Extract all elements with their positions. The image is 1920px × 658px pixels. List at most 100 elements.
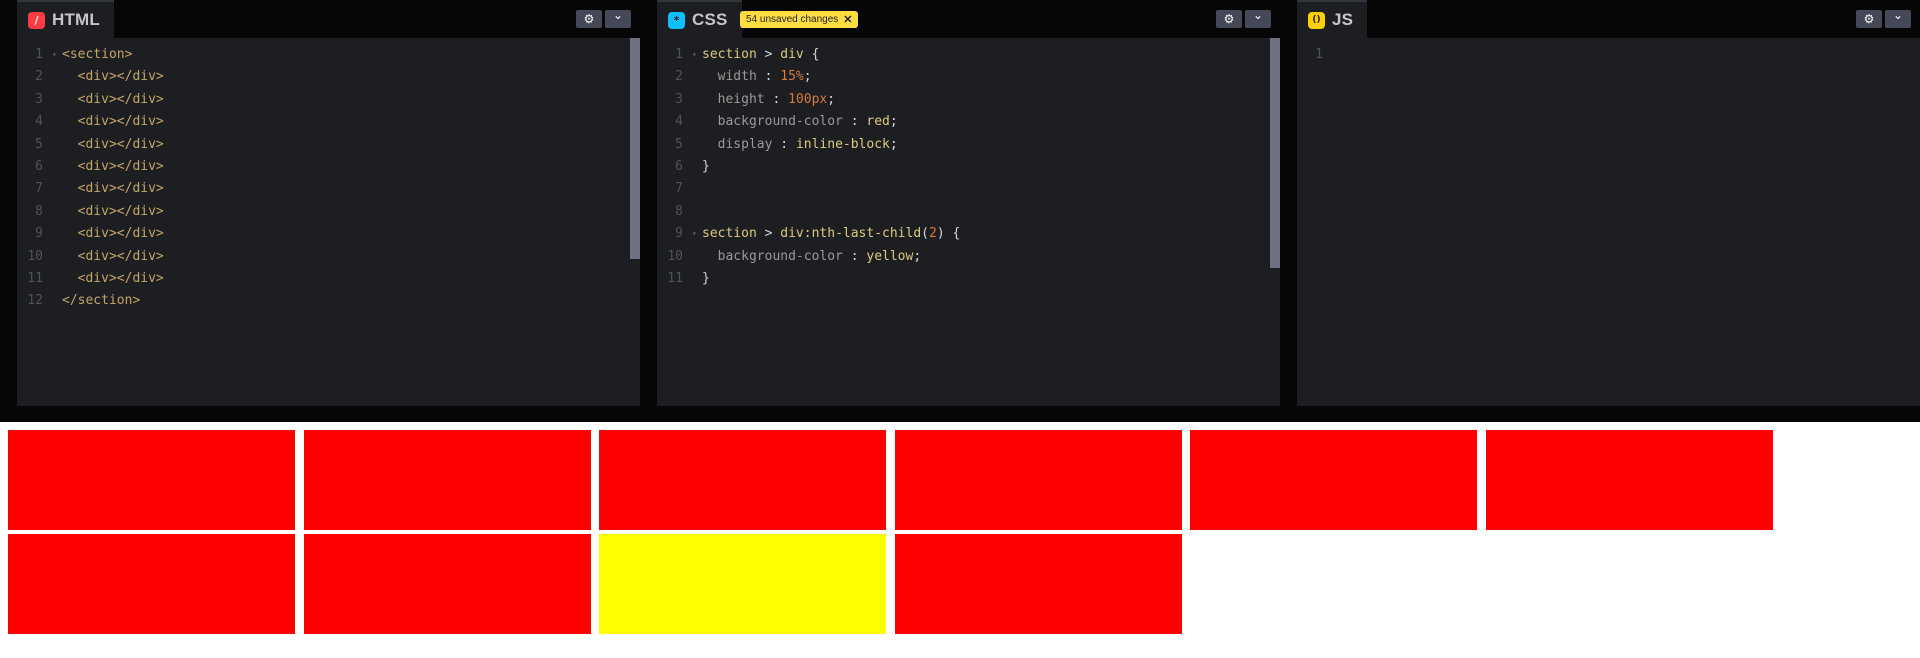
code-token: ;: [889, 136, 898, 152]
css-editor-panel[interactable]: * CSS 54 unsaved changes ✕ ⚙ ⌄ 1 ▾ section…: [657, 0, 1280, 406]
code-token: height: [702, 91, 765, 107]
line-number: 1: [35, 47, 43, 62]
code-text: width : 15%;: [702, 66, 812, 88]
html-settings-button[interactable]: ⚙: [576, 10, 602, 28]
code-text: <div></div>: [62, 136, 164, 152]
code-line[interactable]: 7: [657, 178, 1280, 200]
code-token: div:nth-last-child: [780, 226, 922, 242]
code-token: :: [772, 136, 796, 152]
gear-icon: ⚙: [1863, 12, 1875, 26]
preview-div-box: [303, 430, 591, 530]
code-line[interactable]: 6 <div></div>: [17, 156, 640, 178]
code-token: ;: [913, 248, 922, 264]
line-number: 6: [675, 159, 683, 174]
code-line[interactable]: 5 <div></div>: [17, 134, 640, 156]
code-line[interactable]: 6}: [657, 156, 1280, 178]
line-number: 12: [27, 293, 43, 309]
preview-div-box: [303, 534, 591, 634]
html-editor-panel[interactable]: / HTML ⚙ ⌄ 1 ▾ <section> 2 <div></div> 3 <di…: [17, 0, 640, 406]
js-editor-panel[interactable]: () JS ⚙ ⌄ 1: [1297, 0, 1920, 406]
css-tab-title: CSS: [692, 10, 728, 29]
css-settings-button[interactable]: ⚙: [1216, 10, 1242, 28]
code-line[interactable]: 7 <div></div>: [17, 178, 640, 200]
editor-area: / HTML ⚙ ⌄ 1 ▾ <section> 2 <div></div> 3 <di…: [0, 0, 1920, 406]
preview-div-box: [1485, 430, 1773, 530]
code-line[interactable]: 2 width : 15%;: [657, 66, 1280, 88]
code-text: background-color : yellow;: [702, 246, 922, 268]
line-number: 7: [35, 181, 43, 197]
code-token: ) {: [936, 226, 961, 242]
preview-div-box: [8, 430, 295, 530]
code-token: :: [842, 248, 867, 264]
code-token: inline-block: [795, 136, 890, 152]
html-panel-header: / HTML ⚙ ⌄: [17, 0, 640, 38]
code-text: height : 100px;: [702, 89, 835, 111]
code-text: section > div:nth-last-child(2) {: [702, 223, 960, 245]
fold-arrow-icon[interactable]: ▾: [692, 44, 697, 66]
code-token: {: [803, 47, 820, 62]
code-text: <div></div>: [62, 159, 164, 174]
code-token: yellow: [866, 248, 914, 264]
code-line[interactable]: 4 <div></div>: [17, 111, 640, 133]
code-line[interactable]: 9 ▾ section > div:nth-last-child(2) {: [657, 223, 1280, 245]
css-scrollbar[interactable]: [1270, 38, 1280, 268]
js-tab-title: JS: [1332, 10, 1354, 29]
html-collapse-button[interactable]: ⌄: [605, 8, 631, 28]
code-line[interactable]: 8 <div></div>: [17, 201, 640, 223]
braces-icon: (): [1308, 11, 1325, 29]
line-number: 5: [675, 136, 683, 152]
code-line[interactable]: 2 <div></div>: [17, 66, 640, 88]
code-line[interactable]: 3 <div></div>: [17, 89, 640, 111]
fold-arrow-icon[interactable]: ▾: [52, 44, 57, 66]
line-number: 7: [675, 181, 683, 197]
js-collapse-button[interactable]: ⌄: [1885, 8, 1911, 28]
code-token: ;: [803, 69, 812, 85]
chevron-down-icon: ⌄: [1252, 8, 1264, 22]
js-settings-button[interactable]: ⚙: [1856, 10, 1882, 28]
chevron-down-icon: ⌄: [1892, 8, 1904, 22]
js-code-area[interactable]: 1: [1297, 38, 1920, 406]
code-text: </section>: [62, 293, 141, 309]
line-number: 4: [675, 114, 683, 130]
css-code-area[interactable]: 1 ▾ section > div {2 width : 15%; 3 height …: [657, 38, 1280, 406]
line-number: 3: [675, 91, 683, 107]
line-number: 9: [35, 226, 43, 242]
code-text: section > div {: [702, 44, 819, 66]
code-line[interactable]: 8: [657, 201, 1280, 223]
unsaved-changes-badge[interactable]: 54 unsaved changes ✕: [740, 11, 858, 28]
html-tab[interactable]: / HTML: [17, 0, 115, 38]
code-line[interactable]: 12 </section>: [17, 290, 640, 312]
code-line[interactable]: 10 <div></div>: [17, 246, 640, 268]
js-tab[interactable]: () JS: [1297, 0, 1368, 38]
code-line[interactable]: 11}: [657, 268, 1280, 290]
code-token: (: [921, 226, 929, 242]
code-line[interactable]: 5 display : inline-block;: [657, 134, 1280, 156]
code-line[interactable]: 9 <div></div>: [17, 223, 640, 245]
html-code-area[interactable]: 1 ▾ <section> 2 <div></div> 3 <div></div> 4 <…: [17, 38, 640, 406]
code-line[interactable]: 11 <div></div>: [17, 268, 640, 290]
code-token: background-color: [702, 114, 843, 130]
code-line[interactable]: 3 height : 100px;: [657, 89, 1280, 111]
fold-arrow-icon[interactable]: ▾: [692, 223, 697, 245]
code-text: background-color : red;: [702, 111, 898, 133]
line-number: 5: [35, 136, 43, 152]
css-collapse-button[interactable]: ⌄: [1245, 8, 1271, 28]
code-line[interactable]: 1: [1297, 44, 1920, 66]
line-number: 9: [675, 226, 683, 242]
code-token: display: [702, 136, 773, 152]
code-line[interactable]: 1 ▾ <section>: [17, 44, 640, 66]
code-line[interactable]: 4 background-color : red;: [657, 111, 1280, 133]
close-icon[interactable]: ✕: [843, 13, 852, 26]
html-scrollbar[interactable]: [630, 38, 640, 259]
css-tab[interactable]: * CSS: [657, 0, 742, 38]
code-token: >: [756, 47, 781, 62]
code-text: <div></div>: [62, 226, 164, 242]
html-tab-title: HTML: [52, 10, 101, 29]
code-text: <div></div>: [62, 114, 164, 130]
line-number: 10: [667, 248, 683, 264]
code-line[interactable]: 1 ▾ section > div {: [657, 44, 1280, 66]
resize-divider[interactable]: [0, 406, 1920, 422]
code-token: 15%: [780, 69, 804, 85]
code-line[interactable]: 10 background-color : yellow;: [657, 246, 1280, 268]
code-text: <div></div>: [62, 91, 164, 107]
